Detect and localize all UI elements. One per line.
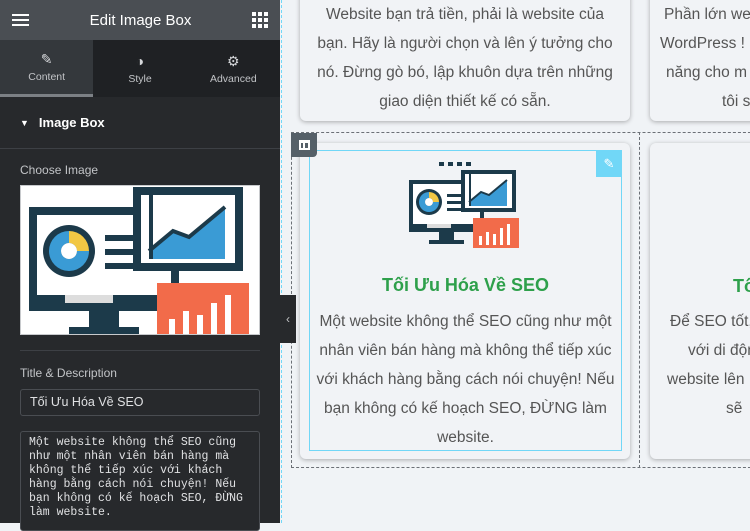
card-text: Website bạn trả tiền, phải là website củ… bbox=[317, 6, 613, 110]
card-text: Một website không thể SEO cũng như một n… bbox=[316, 313, 615, 446]
edit-widget-button[interactable]: ✎ bbox=[596, 150, 622, 177]
card-text-line: WordPress ! bbox=[660, 35, 745, 52]
divider bbox=[20, 350, 260, 351]
title-description-label: Title & Description bbox=[20, 366, 117, 380]
image-box-widget[interactable]: Tối Ưu Hóa Về SEO Một website không thể … bbox=[309, 150, 622, 451]
card-text-line: năng cho m bbox=[666, 64, 747, 81]
tab-advanced[interactable]: ⚙ Advanced bbox=[187, 40, 280, 97]
pencil-icon: ✎ bbox=[603, 155, 615, 171]
editor-panel: Edit Image Box ✎ Content ◑ Style ⚙ Advanced… bbox=[0, 0, 280, 531]
caret-down-icon: ▼ bbox=[20, 117, 29, 128]
section-handle[interactable] bbox=[291, 133, 317, 157]
collapse-panel-button[interactable]: ‹ bbox=[280, 295, 296, 343]
feature-card-top-right: Phần lớn we WordPress ! năng cho m tôi s bbox=[650, 0, 750, 121]
panel-tabs: ✎ Content ◑ Style ⚙ Advanced bbox=[0, 40, 280, 97]
feature-card-top-left: Website bạn trả tiền, phải là website củ… bbox=[300, 0, 630, 121]
chevron-left-icon: ‹ bbox=[286, 312, 290, 326]
section-toggle-image-box[interactable]: ▼ Image Box bbox=[0, 97, 280, 149]
card-title: Tố bbox=[733, 276, 750, 296]
tab-label: Advanced bbox=[209, 72, 257, 85]
feature-card-right: Tố Để SEO tốt, với di độn website lên sẽ bbox=[650, 143, 750, 459]
card-text-line: Phần lớn we bbox=[664, 6, 750, 23]
section-title: Image Box bbox=[38, 115, 105, 130]
tab-content[interactable]: ✎ Content bbox=[0, 40, 94, 97]
panel-title: Edit Image Box bbox=[89, 11, 192, 29]
card-text-line: Để SEO tốt, bbox=[670, 313, 750, 330]
card-text-line: website lên bbox=[667, 371, 745, 388]
hamburger-icon[interactable] bbox=[12, 11, 29, 29]
image-chooser[interactable] bbox=[20, 185, 260, 335]
choose-image-label: Choose Image bbox=[20, 163, 99, 177]
card-title: Tối Ưu Hóa Về SEO bbox=[382, 275, 549, 295]
contrast-icon: ◑ bbox=[135, 52, 145, 69]
columns-icon bbox=[298, 140, 310, 150]
canvas-edge bbox=[281, 0, 282, 523]
column-divider bbox=[639, 132, 640, 468]
image-preview bbox=[27, 186, 251, 334]
title-input[interactable]: Tối Ưu Hóa Về SEO bbox=[20, 389, 260, 416]
card-text-line: với di độn bbox=[688, 342, 750, 359]
card-text-line: tôi s bbox=[722, 93, 750, 110]
pencil-icon: ✎ bbox=[40, 51, 53, 67]
tab-label: Style bbox=[128, 72, 152, 85]
grid-icon[interactable] bbox=[252, 12, 268, 28]
panel-header: Edit Image Box bbox=[0, 0, 280, 40]
description-textarea[interactable]: Một website không thể SEO cũng như một n… bbox=[20, 431, 260, 531]
seo-illustration bbox=[409, 161, 520, 249]
tab-style[interactable]: ◑ Style bbox=[93, 40, 186, 97]
tab-label: Content bbox=[28, 71, 66, 83]
card-text-line: sẽ bbox=[726, 400, 743, 417]
gear-icon: ⚙ bbox=[227, 52, 240, 69]
